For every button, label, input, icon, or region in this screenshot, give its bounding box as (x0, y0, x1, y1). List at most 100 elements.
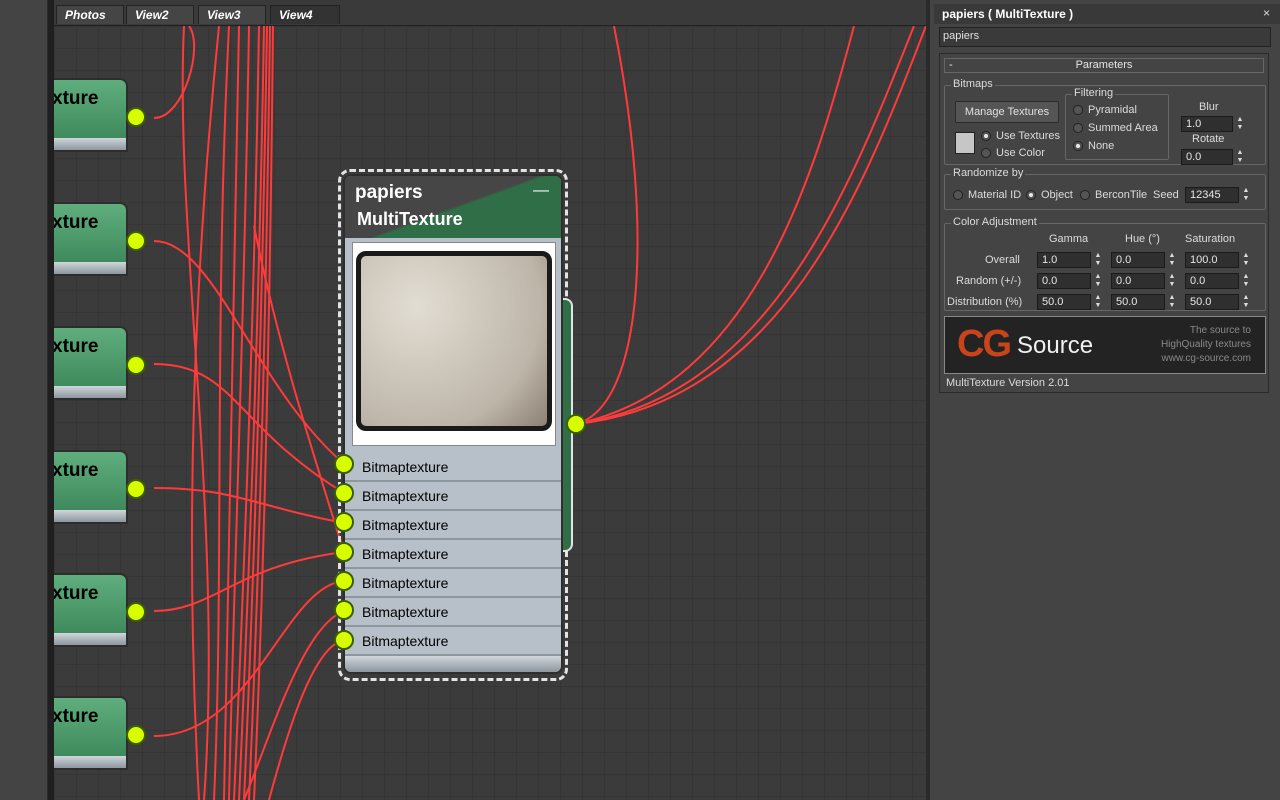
distribution-gamma[interactable]: 50.0 (1037, 294, 1091, 310)
input-slot[interactable]: Bitmaptexture (345, 511, 561, 540)
output-port[interactable] (126, 479, 146, 499)
spinner-arrows-icon[interactable]: ▲ ▼ (1167, 273, 1177, 289)
bitmap-node[interactable]: xture (54, 78, 146, 158)
randomize-group: Randomize by Material ID Object BerconTi… (944, 167, 1266, 210)
bitmap-node[interactable]: xture (54, 696, 146, 776)
node-footer (345, 656, 561, 672)
cg-source-logo[interactable]: CG Source The source to HighQuality text… (944, 316, 1266, 374)
spinner-arrows-icon[interactable]: ▲ ▼ (1093, 273, 1103, 289)
manage-textures-button[interactable]: Manage Textures (955, 101, 1059, 123)
filtering-group: Filtering Pyramidal Summed Area None (1065, 87, 1169, 160)
app-window: Photos View2 View3 View4 xture xture xtu… (0, 0, 1280, 800)
multitexture-node[interactable]: papiers MultiTexture — Bitmaptexture Bit… (343, 174, 563, 674)
node-label: xture (54, 212, 99, 233)
node-title: papiers (355, 182, 423, 203)
random-gamma[interactable]: 0.0 (1037, 273, 1091, 289)
spinner-arrows-icon[interactable]: ▲ ▼ (1235, 149, 1245, 165)
input-port[interactable] (334, 571, 354, 591)
wire (153, 26, 196, 119)
node-header[interactable]: papiers MultiTexture — (345, 176, 561, 238)
spinner-arrows-icon[interactable]: ▲ ▼ (1235, 116, 1245, 132)
spinner-arrows-icon[interactable]: ▲ ▼ (1167, 252, 1177, 268)
input-slot[interactable]: Bitmaptexture (345, 482, 561, 511)
input-port[interactable] (334, 454, 354, 474)
spinner-arrows-icon[interactable]: ▲ ▼ (1241, 294, 1251, 310)
wire (153, 487, 345, 524)
filter-pyramidal-radio[interactable] (1073, 105, 1083, 115)
distribution-saturation[interactable]: 50.0 (1185, 294, 1239, 310)
blur-spinner[interactable]: 1.0 (1181, 116, 1233, 132)
input-slot[interactable]: Bitmaptexture (345, 569, 561, 598)
overall-hue[interactable]: 0.0 (1111, 252, 1165, 268)
randomize-bercontile-radio[interactable] (1080, 190, 1090, 200)
random-saturation[interactable]: 0.0 (1185, 273, 1239, 289)
spinner-arrows-icon[interactable]: ▲ ▼ (1093, 252, 1103, 268)
output-port[interactable] (126, 107, 146, 127)
tab-view2[interactable]: View2 (126, 5, 194, 24)
input-port[interactable] (334, 483, 354, 503)
overall-gamma[interactable]: 1.0 (1037, 252, 1091, 268)
input-port[interactable] (334, 600, 354, 620)
spinner-arrows-icon[interactable]: ▲ ▼ (1093, 294, 1103, 310)
output-port[interactable] (126, 602, 146, 622)
input-port[interactable] (334, 512, 354, 532)
output-port[interactable] (126, 725, 146, 745)
bitmap-node[interactable]: xture (54, 326, 146, 406)
randomize-material-id-radio[interactable] (953, 190, 963, 200)
color-adjustment-group: Color Adjustment Gamma Hue (°) Saturatio… (944, 216, 1266, 311)
parameter-panel: papiers ( MultiTexture ) × papiers - Par… (926, 0, 1280, 800)
spinner-arrows-icon[interactable]: ▲ ▼ (1241, 273, 1251, 289)
view-tab-bar: Photos View2 View3 View4 (54, 0, 926, 26)
node-label: xture (54, 706, 99, 727)
collapse-icon[interactable]: - (949, 59, 953, 72)
parameters-rollout: - Parameters Bitmaps Manage Textures Use… (939, 53, 1269, 393)
material-name-field[interactable]: papiers (939, 27, 1271, 47)
wire (181, 26, 210, 800)
tab-view4[interactable]: View4 (270, 5, 340, 24)
version-label: MultiTexture Version 2.01 (946, 377, 1070, 389)
overall-saturation[interactable]: 100.0 (1185, 252, 1239, 268)
close-icon[interactable]: × (1263, 6, 1270, 20)
color-swatch[interactable] (955, 132, 975, 154)
node-label: xture (54, 336, 99, 357)
wire (243, 610, 345, 800)
tab-photos[interactable]: Photos (56, 5, 124, 24)
input-slot[interactable]: Bitmaptexture (345, 598, 561, 627)
input-slot[interactable]: Bitmaptexture (345, 627, 561, 656)
input-slot[interactable]: Bitmaptexture (345, 453, 561, 482)
bitmap-node[interactable]: xture (54, 450, 146, 530)
filter-summed-area-radio[interactable] (1073, 123, 1083, 133)
node-label: xture (54, 88, 99, 109)
left-toolbar-strip (0, 0, 48, 800)
rollout-header[interactable]: - Parameters (944, 58, 1264, 73)
spinner-arrows-icon[interactable]: ▲ ▼ (1241, 187, 1251, 203)
input-slot[interactable]: Bitmaptexture (345, 540, 561, 569)
wire (575, 26, 855, 425)
wire (268, 639, 345, 800)
bitmap-node[interactable]: xture (54, 573, 146, 653)
output-port[interactable] (126, 355, 146, 375)
tab-view3[interactable]: View3 (198, 5, 266, 24)
wire (190, 26, 220, 800)
input-port[interactable] (334, 630, 354, 650)
filter-none-radio[interactable] (1073, 141, 1083, 151)
rotate-spinner[interactable]: 0.0 (1181, 149, 1233, 165)
use-textures-radio[interactable] (981, 131, 991, 141)
bitmap-node[interactable]: xture (54, 202, 146, 282)
seed-spinner[interactable]: 12345 (1185, 187, 1239, 203)
spinner-arrows-icon[interactable]: ▲ ▼ (1241, 252, 1251, 268)
randomize-object-radio[interactable] (1026, 190, 1036, 200)
output-port[interactable] (566, 414, 586, 434)
input-port[interactable] (334, 542, 354, 562)
spinner-arrows-icon[interactable]: ▲ ▼ (1167, 294, 1177, 310)
texture-preview (352, 242, 556, 446)
node-subtitle: MultiTexture (357, 209, 463, 229)
use-color-radio[interactable] (981, 148, 991, 158)
minimize-button[interactable]: — (533, 182, 549, 200)
panel-title: papiers ( MultiTexture ) (934, 4, 1280, 24)
distribution-hue[interactable]: 50.0 (1111, 294, 1165, 310)
output-port[interactable] (126, 231, 146, 251)
wire (575, 26, 926, 425)
node-editor-canvas[interactable]: xture xture xture xture xture xture papi… (54, 26, 926, 800)
random-hue[interactable]: 0.0 (1111, 273, 1165, 289)
